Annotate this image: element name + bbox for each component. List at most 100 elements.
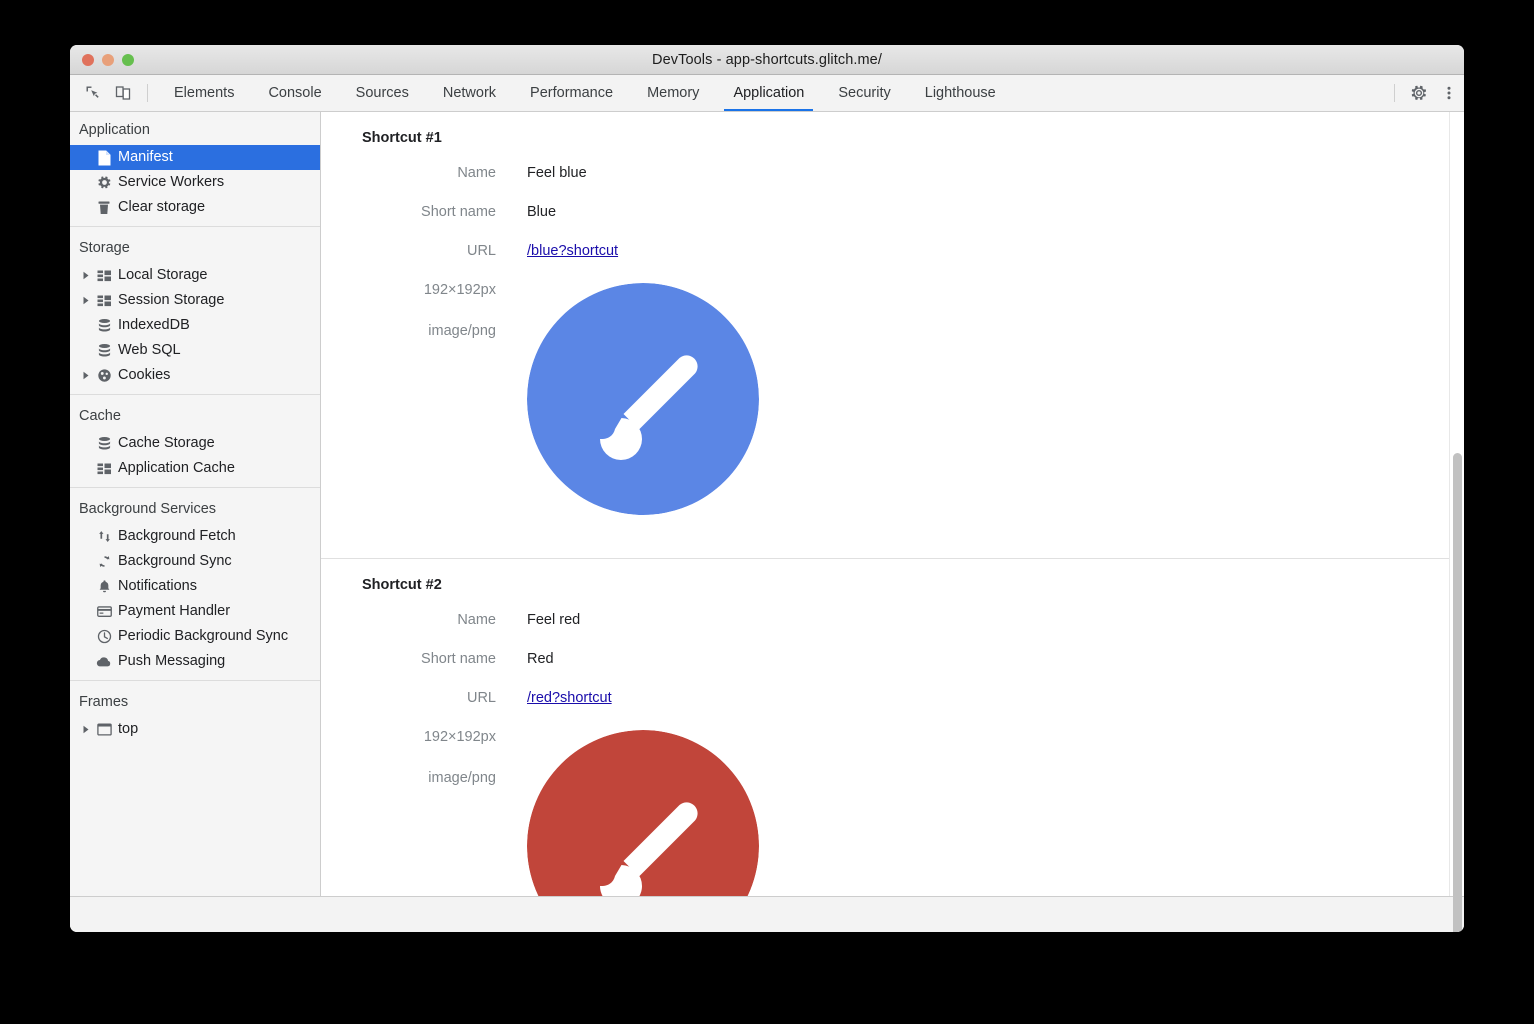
shortcut-url-link[interactable]: /blue?shortcut bbox=[527, 243, 618, 259]
tab-label: Console bbox=[268, 85, 321, 101]
manifest-panel: Shortcut #1 Name Feel blue Short name Bl… bbox=[321, 112, 1464, 896]
shortcut-title: Shortcut #2 bbox=[321, 577, 1464, 593]
sidebar-item-clear-storage[interactable]: Clear storage bbox=[70, 195, 320, 220]
devtools-statusbar bbox=[70, 896, 1464, 932]
shortcut-url-link[interactable]: /red?shortcut bbox=[527, 690, 612, 706]
tab-label: Elements bbox=[174, 85, 234, 101]
inspect-element-icon[interactable] bbox=[78, 75, 108, 111]
field-label-url: URL bbox=[321, 691, 496, 707]
manifest-scroll-area[interactable]: Shortcut #1 Name Feel blue Short name Bl… bbox=[321, 112, 1464, 896]
sidebar-item-local-storage[interactable]: Local Storage bbox=[70, 263, 320, 288]
tab-network[interactable]: Network bbox=[426, 75, 513, 111]
minimize-window-button[interactable] bbox=[102, 54, 114, 66]
sidebar-group-application: Application Manifest bbox=[70, 118, 320, 226]
sidebar-item-label: Background Sync bbox=[118, 554, 232, 569]
sidebar-item-periodic-background-sync[interactable]: Periodic Background Sync bbox=[70, 624, 320, 649]
sidebar-item-label: Cache Storage bbox=[118, 436, 215, 451]
device-toolbar-icon[interactable] bbox=[108, 75, 138, 111]
sidebar-item-background-fetch[interactable]: Background Fetch bbox=[70, 524, 320, 549]
tab-label: Security bbox=[838, 85, 890, 101]
sidebar-item-notifications[interactable]: Notifications bbox=[70, 574, 320, 599]
field-label-short-name: Short name bbox=[321, 652, 496, 668]
application-sidebar[interactable]: Application Manifest bbox=[70, 112, 321, 896]
toolbar-right-group bbox=[1385, 75, 1464, 111]
tab-performance[interactable]: Performance bbox=[513, 75, 630, 111]
tab-sources[interactable]: Sources bbox=[339, 75, 426, 111]
sidebar-item-session-storage[interactable]: Session Storage bbox=[70, 288, 320, 313]
sidebar-item-label: Application Cache bbox=[118, 461, 235, 476]
sidebar-item-payment-handler[interactable]: Payment Handler bbox=[70, 599, 320, 624]
sidebar-item-label: Cookies bbox=[118, 368, 170, 383]
tab-label: Memory bbox=[647, 85, 699, 101]
tab-label: Sources bbox=[356, 85, 409, 101]
devtools-content: Application Manifest bbox=[70, 112, 1464, 896]
sidebar-item-cookies[interactable]: Cookies bbox=[70, 363, 320, 388]
shortcut-icon-field: 192×192px image/png bbox=[321, 730, 1464, 896]
sidebar-item-push-messaging[interactable]: Push Messaging bbox=[70, 649, 320, 674]
maximize-window-button[interactable] bbox=[122, 54, 134, 66]
tab-console[interactable]: Console bbox=[251, 75, 338, 111]
shortcut-icon-preview bbox=[527, 283, 759, 515]
shortcut-url-field: URL /red?shortcut bbox=[321, 691, 1464, 707]
tab-memory[interactable]: Memory bbox=[630, 75, 716, 111]
sidebar-item-background-sync[interactable]: Background Sync bbox=[70, 549, 320, 574]
close-window-button[interactable] bbox=[82, 54, 94, 66]
sidebar-item-indexeddb[interactable]: IndexedDB bbox=[70, 313, 320, 338]
field-label-icon-type: image/png bbox=[321, 324, 496, 340]
toolbar-divider bbox=[1394, 84, 1395, 102]
field-label-icon-size: 192×192px bbox=[321, 730, 496, 746]
table-icon bbox=[93, 270, 115, 282]
tab-label: Lighthouse bbox=[925, 85, 996, 101]
sidebar-item-manifest[interactable]: Manifest bbox=[70, 145, 320, 170]
vertical-scrollbar[interactable] bbox=[1449, 112, 1464, 896]
frame-icon bbox=[93, 723, 115, 736]
chevron-right-icon[interactable] bbox=[79, 271, 93, 280]
scrollbar-thumb[interactable] bbox=[1453, 453, 1462, 932]
sidebar-item-web-sql[interactable]: Web SQL bbox=[70, 338, 320, 363]
tab-elements[interactable]: Elements bbox=[157, 75, 251, 111]
sidebar-item-label: Service Workers bbox=[118, 175, 224, 190]
bell-icon bbox=[93, 579, 115, 594]
field-value-short-name: Red bbox=[496, 652, 554, 668]
sidebar-item-service-workers[interactable]: Service Workers bbox=[70, 170, 320, 195]
gear-icon[interactable] bbox=[1404, 75, 1434, 111]
gear-icon bbox=[93, 175, 115, 190]
sidebar-item-top-frame[interactable]: top bbox=[70, 717, 320, 742]
sidebar-group-storage: Storage bbox=[70, 226, 320, 394]
chevron-right-icon[interactable] bbox=[79, 725, 93, 734]
field-label-name: Name bbox=[321, 166, 496, 182]
traffic-light-group bbox=[70, 54, 134, 66]
field-value-url: /blue?shortcut bbox=[496, 244, 618, 260]
field-label-icon-type: image/png bbox=[321, 771, 496, 787]
field-value-short-name: Blue bbox=[496, 205, 556, 221]
sidebar-item-label: Background Fetch bbox=[118, 529, 236, 544]
database-icon bbox=[93, 436, 115, 451]
desktop-background: DevTools - app-shortcuts.glitch.me/ bbox=[0, 0, 1534, 1024]
field-value-url: /red?shortcut bbox=[496, 691, 612, 707]
sidebar-item-label: top bbox=[118, 722, 138, 737]
sidebar-group-title: Cache bbox=[70, 404, 320, 431]
shortcut-icon-meta: 192×192px image/png bbox=[321, 730, 496, 812]
sidebar-item-label: IndexedDB bbox=[118, 318, 190, 333]
chevron-right-icon[interactable] bbox=[79, 296, 93, 305]
database-icon bbox=[93, 318, 115, 333]
tab-label: Performance bbox=[530, 85, 613, 101]
paintbrush-icon bbox=[527, 283, 759, 515]
shortcut-section: Shortcut #2 Name Feel red Short name Red… bbox=[321, 558, 1464, 896]
chevron-right-icon[interactable] bbox=[79, 371, 93, 380]
sidebar-group-title: Frames bbox=[70, 690, 320, 717]
tab-security[interactable]: Security bbox=[821, 75, 907, 111]
sidebar-item-label: Local Storage bbox=[118, 268, 207, 283]
sidebar-item-application-cache[interactable]: Application Cache bbox=[70, 456, 320, 481]
clock-icon bbox=[93, 629, 115, 644]
shortcut-section: Shortcut #1 Name Feel blue Short name Bl… bbox=[321, 112, 1464, 535]
field-label-name: Name bbox=[321, 613, 496, 629]
sidebar-item-label: Session Storage bbox=[118, 293, 224, 308]
window-title: DevTools - app-shortcuts.glitch.me/ bbox=[70, 52, 1464, 68]
tab-lighthouse[interactable]: Lighthouse bbox=[908, 75, 1013, 111]
shortcut-icon-field: 192×192px image/png bbox=[321, 283, 1464, 535]
kebab-menu-icon[interactable] bbox=[1434, 75, 1464, 111]
tab-label: Network bbox=[443, 85, 496, 101]
tab-application[interactable]: Application bbox=[716, 75, 821, 111]
sidebar-item-cache-storage[interactable]: Cache Storage bbox=[70, 431, 320, 456]
